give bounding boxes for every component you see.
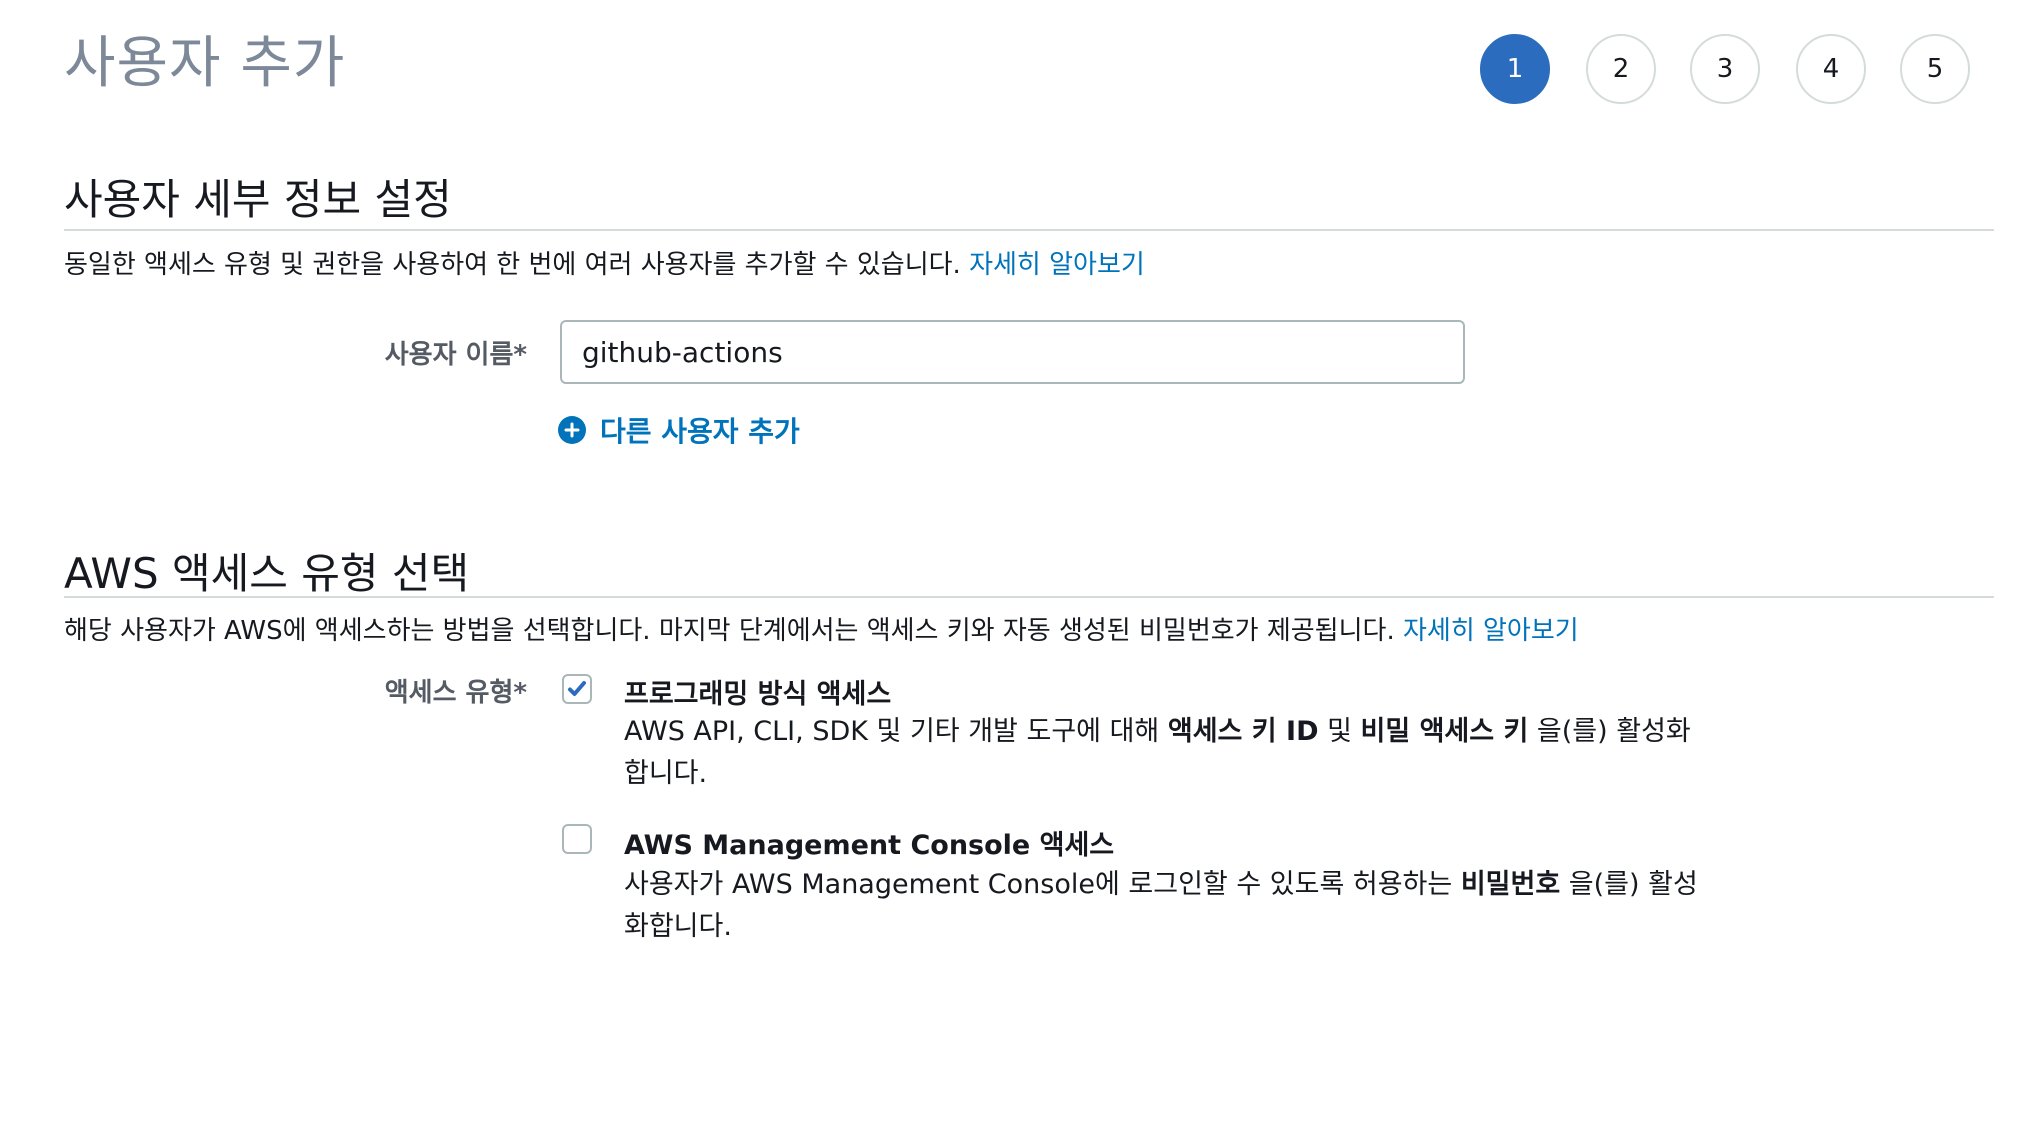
learn-more-link[interactable]: 자세히 알아보기 bbox=[969, 250, 1145, 280]
add-another-user-button[interactable]: 다른 사용자 추가 bbox=[558, 410, 800, 450]
step-3[interactable]: 3 bbox=[1690, 34, 1760, 104]
desc-text: AWS API, CLI, SDK 및 기타 개발 도구에 대해 bbox=[624, 716, 1168, 747]
user-details-title: 사용자 세부 정보 설정 bbox=[64, 175, 452, 224]
console-access-title: AWS Management Console 액세스 bbox=[624, 830, 1115, 861]
step-5[interactable]: 5 bbox=[1900, 34, 1970, 104]
access-type-description-text: 해당 사용자가 AWS에 액세스하는 방법을 선택합니다. 마지막 단계에서는 … bbox=[64, 616, 1395, 646]
programmatic-access-checkbox[interactable] bbox=[562, 674, 592, 704]
add-another-user-label: 다른 사용자 추가 bbox=[600, 415, 800, 448]
access-type-title: AWS 액세스 유형 선택 bbox=[64, 549, 470, 598]
section-divider bbox=[64, 596, 1994, 598]
step-1[interactable]: 1 bbox=[1480, 34, 1550, 104]
step-2[interactable]: 2 bbox=[1586, 34, 1656, 104]
step-4[interactable]: 4 bbox=[1796, 34, 1866, 104]
username-label: 사용자 이름* bbox=[384, 340, 527, 370]
section-divider bbox=[64, 229, 1994, 231]
desc-bold-secret-key: 비밀 액세스 키 bbox=[1360, 716, 1529, 747]
learn-more-link[interactable]: 자세히 알아보기 bbox=[1403, 616, 1579, 646]
wizard-steps: 1 2 3 4 5 bbox=[1480, 34, 1982, 108]
programmatic-access-title: 프로그래밍 방식 액세스 bbox=[624, 679, 892, 710]
console-access-description: 사용자가 AWS Management Console에 로그인할 수 있도록 … bbox=[624, 864, 1714, 948]
user-details-description: 동일한 액세스 유형 및 권한을 사용하여 한 번에 여러 사용자를 추가할 수… bbox=[64, 244, 1145, 281]
programmatic-access-description: AWS API, CLI, SDK 및 기타 개발 도구에 대해 액세스 키 I… bbox=[624, 711, 1714, 795]
desc-text: 사용자가 AWS Management Console에 로그인할 수 있도록 … bbox=[624, 869, 1461, 900]
plus-circle-icon bbox=[558, 416, 586, 444]
console-access-checkbox[interactable] bbox=[562, 824, 592, 854]
desc-bold-password: 비밀번호 bbox=[1460, 869, 1561, 900]
username-input[interactable] bbox=[560, 320, 1465, 384]
access-type-label: 액세스 유형* bbox=[384, 678, 527, 708]
add-user-page: 사용자 추가 1 2 3 4 5 사용자 세부 정보 설정 동일한 액세스 유형… bbox=[0, 0, 2032, 1134]
page-title: 사용자 추가 bbox=[64, 31, 346, 96]
desc-bold-access-key-id: 액세스 키 ID bbox=[1167, 716, 1319, 747]
desc-text: 및 bbox=[1318, 716, 1361, 747]
access-type-description: 해당 사용자가 AWS에 액세스하는 방법을 선택합니다. 마지막 단계에서는 … bbox=[64, 610, 1579, 647]
checkmark-icon bbox=[568, 681, 586, 696]
user-details-description-text: 동일한 액세스 유형 및 권한을 사용하여 한 번에 여러 사용자를 추가할 수… bbox=[64, 250, 961, 280]
